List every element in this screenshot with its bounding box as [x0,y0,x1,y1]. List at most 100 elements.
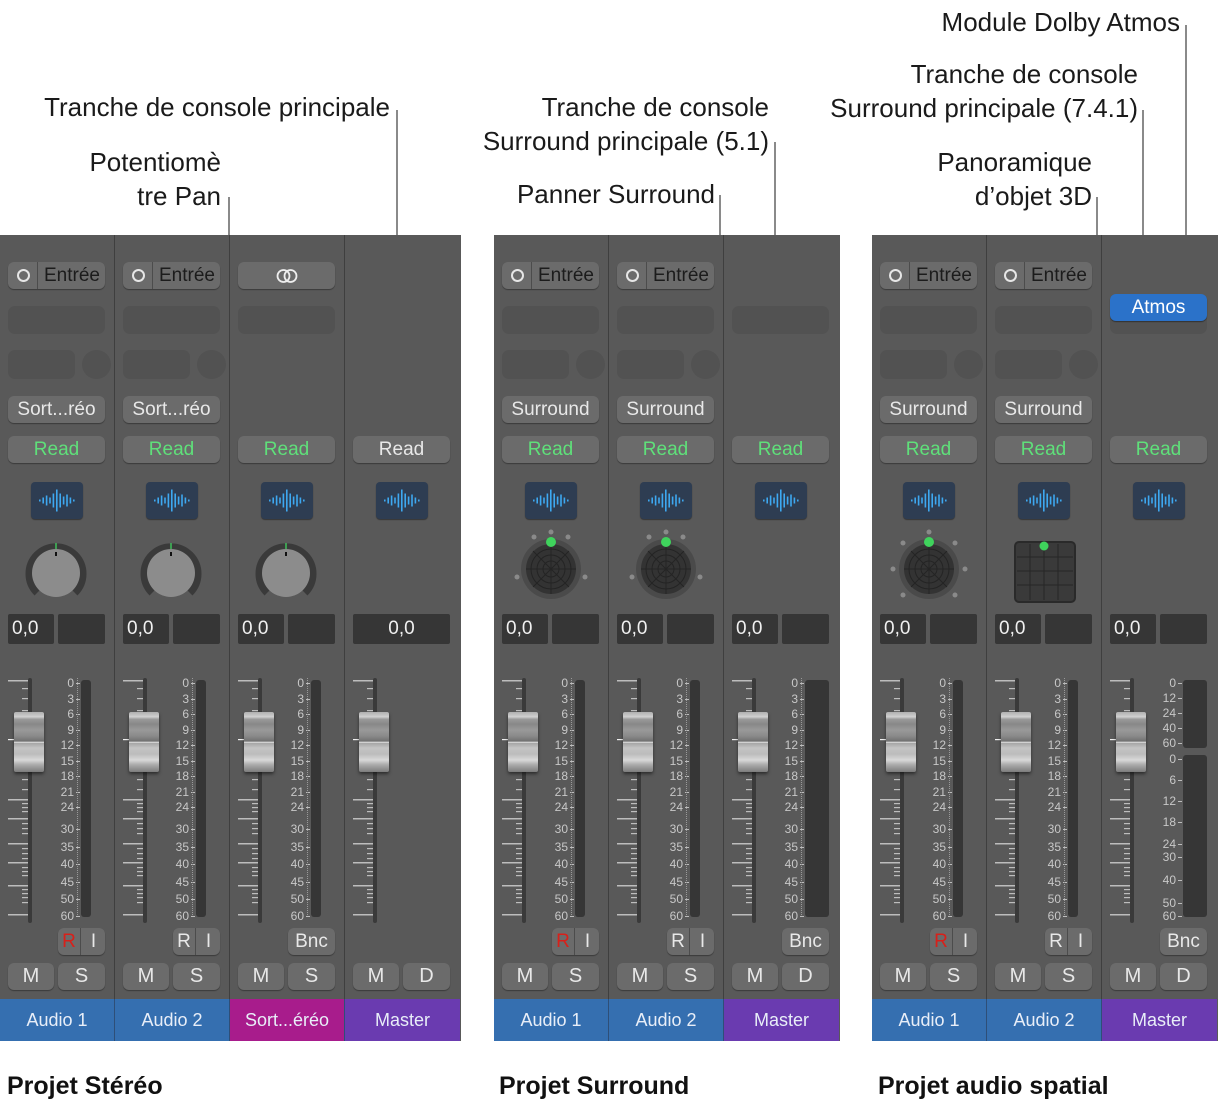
input-format-icon[interactable] [617,262,647,289]
automation-mode-button[interactable]: Read [880,436,977,463]
audio-fx-slot[interactable] [8,306,105,334]
volume-value-display[interactable]: 0,0 [8,614,54,644]
waveform-icon[interactable] [755,482,807,519]
input-format-icon[interactable] [995,262,1025,289]
solo-button[interactable]: S [930,963,977,990]
output-button[interactable]: Surround [617,396,714,423]
send-level-knob[interactable] [954,350,983,379]
input-monitor-button[interactable]: I [576,928,599,955]
send-slot[interactable] [880,350,947,379]
volume-value-display[interactable]: 0,0 [995,614,1041,644]
waveform-icon[interactable] [1018,482,1070,519]
record-enable-button[interactable]: R [1045,928,1068,955]
peak-level-display[interactable] [552,614,599,644]
send-level-knob[interactable] [691,350,720,379]
mute-button[interactable]: M [353,963,399,990]
audio-fx-slot[interactable] [502,306,599,334]
volume-fader-handle[interactable] [886,712,916,772]
track-name[interactable]: Sort...éréo [230,999,345,1041]
volume-fader-handle[interactable] [508,712,538,772]
mute-button[interactable]: M [8,963,54,990]
peak-level-display[interactable] [58,614,105,644]
send-level-knob[interactable] [576,350,605,379]
input-button[interactable]: Entrée [995,262,1092,289]
input-monitor-button[interactable]: I [82,928,105,955]
audio-fx-slot[interactable] [238,306,335,334]
input-button[interactable]: Entrée [617,262,714,289]
waveform-icon[interactable] [261,482,313,519]
volume-fader-handle[interactable] [623,712,653,772]
volume-value-display[interactable]: 0,0 [1110,614,1156,644]
record-enable-button[interactable]: R [173,928,196,955]
input-monitor-button[interactable]: I [197,928,220,955]
mute-button[interactable]: M [995,963,1041,990]
bounce-button[interactable]: Bnc [288,928,335,955]
mute-button[interactable]: M [123,963,169,990]
track-name[interactable]: Audio 1 [0,999,115,1041]
mute-button[interactable]: M [880,963,926,990]
input-monitor-button[interactable]: I [691,928,714,955]
waveform-icon[interactable] [525,482,577,519]
volume-fader-handle[interactable] [1116,712,1146,772]
mute-button[interactable]: M [617,963,663,990]
audio-fx-slot[interactable] [732,306,829,334]
automation-mode-button[interactable]: Read [238,436,335,463]
volume-value-display[interactable]: 0,0 [732,614,778,644]
volume-value-display[interactable]: 0,0 [880,614,926,644]
output-button[interactable]: Sort...réo [8,396,105,423]
input-button[interactable]: Entrée [502,262,599,289]
waveform-icon[interactable] [376,482,428,519]
surround-panner[interactable] [626,523,706,603]
output-button[interactable]: Surround [880,396,977,423]
automation-mode-button[interactable]: Read [617,436,714,463]
send-slot[interactable] [8,350,75,379]
automation-mode-button[interactable]: Read [123,436,220,463]
track-name[interactable]: Master [1102,999,1217,1041]
input-format-icon[interactable] [880,262,910,289]
volume-fader-handle[interactable] [1001,712,1031,772]
input-button[interactable]: Entrée [123,262,220,289]
input-button[interactable]: Entrée [880,262,977,289]
volume-fader-handle[interactable] [129,712,159,772]
dolby-atmos-plugin-button[interactable]: Atmos [1110,294,1207,321]
peak-level-display[interactable] [667,614,714,644]
record-enable-button[interactable]: R [58,928,81,955]
mute-button[interactable]: M [238,963,284,990]
record-enable-button[interactable]: R [552,928,575,955]
track-name[interactable]: Master [345,999,460,1041]
volume-value-display[interactable]: 0,0 [502,614,548,644]
automation-mode-button[interactable]: Read [732,436,829,463]
dim-button[interactable]: D [782,963,829,990]
pan-knob[interactable] [255,540,317,602]
audio-fx-slot[interactable] [123,306,220,334]
volume-value-display[interactable]: 0,0 [353,614,450,644]
track-name[interactable]: Audio 2 [987,999,1102,1041]
mute-button[interactable]: M [1110,963,1156,990]
waveform-icon[interactable] [640,482,692,519]
peak-level-display[interactable] [1160,614,1207,644]
automation-mode-button[interactable]: Read [353,436,450,463]
pan-knob[interactable] [140,540,202,602]
waveform-icon[interactable] [903,482,955,519]
peak-level-display[interactable] [930,614,977,644]
solo-button[interactable]: S [1045,963,1092,990]
volume-fader-handle[interactable] [738,712,768,772]
volume-fader-handle[interactable] [359,712,389,772]
waveform-icon[interactable] [1133,482,1185,519]
waveform-icon[interactable] [31,482,83,519]
send-slot[interactable] [995,350,1062,379]
track-name[interactable]: Audio 1 [872,999,987,1041]
automation-mode-button[interactable]: Read [995,436,1092,463]
waveform-icon[interactable] [146,482,198,519]
input-monitor-button[interactable]: I [954,928,977,955]
solo-button[interactable]: S [58,963,105,990]
surround-panner[interactable] [511,523,591,603]
volume-value-display[interactable]: 0,0 [123,614,169,644]
peak-level-display[interactable] [173,614,220,644]
dim-button[interactable]: D [403,963,450,990]
volume-value-display[interactable]: 0,0 [238,614,284,644]
solo-button[interactable]: S [288,963,335,990]
dim-button[interactable]: D [1160,963,1207,990]
peak-level-display[interactable] [288,614,335,644]
output-button[interactable]: Surround [995,396,1092,423]
